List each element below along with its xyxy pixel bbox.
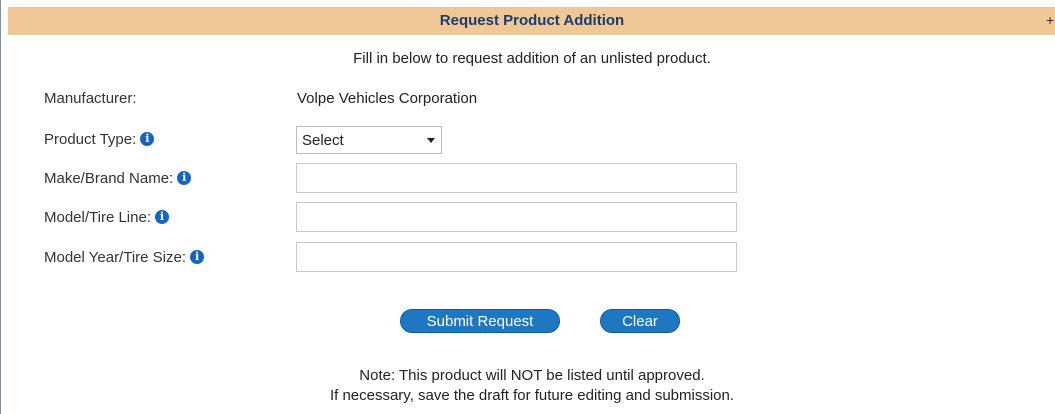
approval-note: Note: This product will NOT be listed un… [359,367,705,384]
dialog-title: Request Product Addition [439,12,625,29]
product-type-label-text: Product Type: [44,131,137,148]
clear-button[interactable]: Clear [600,309,680,333]
submit-request-button[interactable]: Submit Request [400,309,560,333]
title-bar: Request Product Addition + [8,7,1055,35]
info-icon[interactable]: i [140,132,155,146]
info-icon[interactable]: i [155,210,169,224]
expand-toggle-icon[interactable]: + [1046,7,1055,35]
manufacturer-label-text: Manufacturer: [44,90,137,107]
manufacturer-label: Manufacturer: [44,90,137,107]
draft-note: If necessary, save the draft for future … [329,387,735,404]
intro-text: Fill in below to request addition of an … [353,50,711,67]
product-type-label: Product Type: i [44,131,155,148]
request-product-addition-panel: Request Product Addition + Fill in below… [0,0,1055,414]
make-brand-label-text: Make/Brand Name: [44,170,174,187]
model-tire-line-label: Model/Tire Line: i [44,209,169,226]
info-icon[interactable]: i [177,171,192,185]
info-icon[interactable]: i [190,250,205,264]
manufacturer-value: Volpe Vehicles Corporation [297,90,478,107]
product-type-select[interactable]: Select [296,126,442,154]
make-brand-input[interactable] [296,163,737,193]
model-year-tire-size-label-text: Model Year/Tire Size: [44,249,187,266]
product-type-selected-value: Select [302,132,344,149]
model-tire-line-label-text: Model/Tire Line: [44,209,151,226]
model-year-tire-size-input[interactable] [296,242,737,272]
make-brand-label: Make/Brand Name: i [44,170,192,187]
model-tire-line-input[interactable] [296,202,737,232]
model-year-tire-size-label: Model Year/Tire Size: i [44,249,205,266]
chevron-down-icon [427,138,435,143]
